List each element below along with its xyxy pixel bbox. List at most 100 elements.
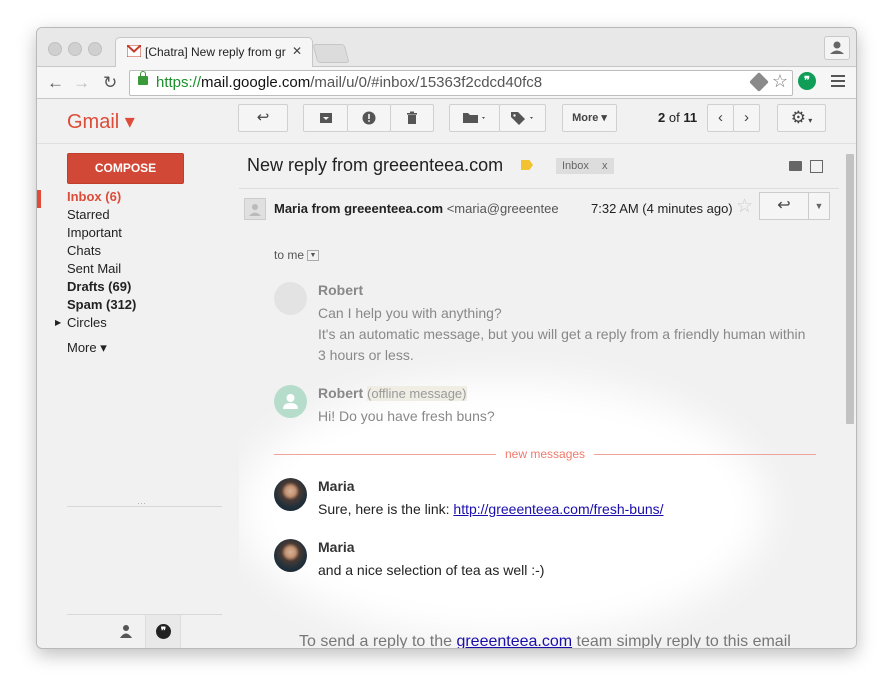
forward-arrow-icon[interactable]: → bbox=[73, 73, 90, 93]
recipients-text: to me bbox=[274, 248, 305, 262]
gmail-favicon-icon bbox=[127, 45, 141, 57]
expand-arrow-icon[interactable]: ▶ bbox=[55, 318, 61, 327]
footer-link[interactable]: greeenteea.com bbox=[456, 633, 572, 648]
new-window-icon[interactable] bbox=[810, 160, 823, 173]
avatar bbox=[274, 385, 307, 418]
sender-avatar bbox=[244, 198, 266, 220]
newer-button[interactable]: ‹ bbox=[707, 104, 734, 132]
settings-button[interactable]: ⚙ ▾ bbox=[777, 104, 826, 132]
avatar bbox=[274, 478, 307, 511]
header-divider bbox=[239, 188, 839, 189]
active-indicator bbox=[37, 190, 41, 208]
message-author: Robert (offline message) bbox=[318, 385, 467, 401]
gmail-toolbar: Gmail ▾ ↩ More ▾ 2 of 11 ‹ › ⚙ ▾ bbox=[37, 99, 856, 144]
person-icon bbox=[830, 41, 844, 54]
message-body: Can I help you with anything? It's an au… bbox=[318, 305, 806, 363]
reply-instructions: To send a reply to the greeenteea.com te… bbox=[299, 633, 791, 648]
label-icon bbox=[510, 112, 533, 125]
conversation-counter: 2 of 11 bbox=[658, 110, 698, 125]
reload-icon[interactable]: ↻ bbox=[103, 73, 117, 93]
tab-bar: [Chatra] New reply from gr ✕ bbox=[37, 28, 856, 67]
person-icon bbox=[283, 394, 298, 409]
message-author: Maria bbox=[318, 478, 355, 494]
details-dropdown-icon[interactable]: ▼ bbox=[307, 250, 320, 262]
reply-button[interactable]: ↩ bbox=[759, 192, 809, 220]
reply-arrow-icon: ↩ bbox=[777, 197, 791, 214]
tab-close-icon[interactable]: ✕ bbox=[292, 44, 302, 58]
reply-menu-button[interactable]: ▼ bbox=[808, 192, 830, 220]
extension-diamond-icon[interactable] bbox=[749, 72, 769, 92]
message-link[interactable]: http://greeenteea.com/fresh-buns/ bbox=[453, 501, 663, 517]
browser-menu-icon[interactable] bbox=[831, 75, 845, 77]
report-spam-button[interactable] bbox=[347, 104, 391, 132]
url-text: https://mail.google.com/mail/u/0/#inbox/… bbox=[156, 74, 543, 91]
sidebar-item-inbox[interactable]: Inbox (6) bbox=[67, 189, 136, 207]
importance-label-icon[interactable] bbox=[521, 160, 533, 170]
gear-icon: ⚙ bbox=[790, 108, 806, 127]
resize-handle[interactable]: ··· bbox=[137, 498, 146, 508]
browser-tab[interactable]: [Chatra] New reply from gr ✕ bbox=[115, 37, 313, 67]
move-to-button[interactable] bbox=[449, 104, 500, 132]
back-to-inbox-button[interactable]: ↩ bbox=[238, 104, 288, 132]
delete-button[interactable] bbox=[390, 104, 434, 132]
sidebar-item-chats[interactable]: Chats bbox=[67, 243, 136, 261]
lock-icon bbox=[138, 71, 148, 85]
tab-title: [Chatra] New reply from gr bbox=[145, 45, 286, 59]
hangouts-tab[interactable]: ❞ bbox=[145, 615, 181, 648]
new-messages-label: new messages bbox=[505, 447, 586, 461]
bookmark-star-icon[interactable]: ☆ bbox=[772, 71, 788, 92]
hangouts-icon: ❞ bbox=[156, 624, 171, 639]
sidebar-item-spam[interactable]: Spam (312) bbox=[67, 297, 136, 315]
sidebar-item-label: Circles bbox=[67, 315, 107, 330]
message-time: 7:32 AM (4 minutes ago) bbox=[591, 201, 733, 216]
avatar bbox=[274, 282, 307, 315]
scrollbar-thumb[interactable] bbox=[846, 154, 854, 424]
vertical-scrollbar[interactable] bbox=[844, 144, 856, 648]
sidebar-item-important[interactable]: Important bbox=[67, 225, 136, 243]
minimize-window-button[interactable] bbox=[68, 42, 82, 56]
message-body: Sure, here is the link: http://greeentee… bbox=[318, 501, 664, 517]
print-icon[interactable] bbox=[789, 161, 802, 171]
message-view: New reply from greeenteea.com Inbox x Ma… bbox=[239, 144, 839, 648]
older-button[interactable]: › bbox=[733, 104, 760, 132]
contacts-icon[interactable] bbox=[119, 624, 133, 643]
inbox-label-chip: Inbox x bbox=[556, 158, 614, 174]
zoom-window-button[interactable] bbox=[88, 42, 102, 56]
archive-button[interactable] bbox=[303, 104, 348, 132]
sidebar-more-link[interactable]: More ▾ bbox=[67, 340, 107, 356]
chevron-down-icon: ▼ bbox=[814, 201, 824, 211]
person-icon bbox=[249, 204, 261, 216]
address-bar[interactable]: https://mail.google.com/mail/u/0/#inbox/… bbox=[129, 70, 793, 96]
sidebar-item-circles[interactable]: ▶ Circles bbox=[55, 315, 136, 333]
folder-icon bbox=[462, 113, 485, 123]
profile-button[interactable] bbox=[824, 36, 850, 60]
sidebar-item-drafts[interactable]: Drafts (69) bbox=[67, 279, 136, 297]
message-body: and a nice selection of tea as well :-) bbox=[318, 562, 545, 578]
offline-badge: (offline message) bbox=[367, 386, 467, 401]
sidebar-item-starred[interactable]: Starred bbox=[67, 207, 136, 225]
compose-button[interactable]: COMPOSE bbox=[67, 153, 184, 184]
back-arrow-icon: ↩ bbox=[256, 109, 270, 126]
message-author: Maria bbox=[318, 539, 355, 555]
new-tab-button[interactable] bbox=[312, 44, 350, 63]
gmail-logo[interactable]: Gmail ▾ bbox=[67, 109, 135, 134]
sidebar-nav: Inbox (6) Starred Important Chats Sent M… bbox=[55, 189, 136, 333]
spam-icon bbox=[362, 111, 376, 125]
sidebar-item-sent-mail[interactable]: Sent Mail bbox=[67, 261, 136, 279]
back-arrow-icon[interactable]: ← bbox=[47, 73, 64, 93]
avatar bbox=[274, 539, 307, 572]
browser-toolbar: ← → ↻ https://mail.google.com/mail/u/0/#… bbox=[37, 67, 856, 99]
message-body: Hi! Do you have fresh buns? bbox=[318, 408, 495, 424]
star-icon[interactable]: ☆ bbox=[736, 195, 753, 218]
message-author: Robert bbox=[318, 282, 364, 298]
hangouts-extension-icon[interactable]: ❞ bbox=[798, 72, 816, 90]
sidebar: COMPOSE Inbox (6) Starred Important Chat… bbox=[37, 144, 237, 648]
close-window-button[interactable] bbox=[48, 42, 62, 56]
inbox-chip-label: Inbox bbox=[562, 160, 589, 172]
chevron-left-icon: ‹ bbox=[718, 109, 723, 126]
labels-button[interactable] bbox=[499, 104, 546, 132]
new-messages-divider: new messages bbox=[274, 446, 816, 462]
remove-label-icon[interactable]: x bbox=[602, 158, 608, 174]
more-actions-button[interactable]: More ▾ bbox=[562, 104, 617, 132]
sender-line: Maria from greeenteea.com <maria@greeent… bbox=[274, 201, 559, 216]
